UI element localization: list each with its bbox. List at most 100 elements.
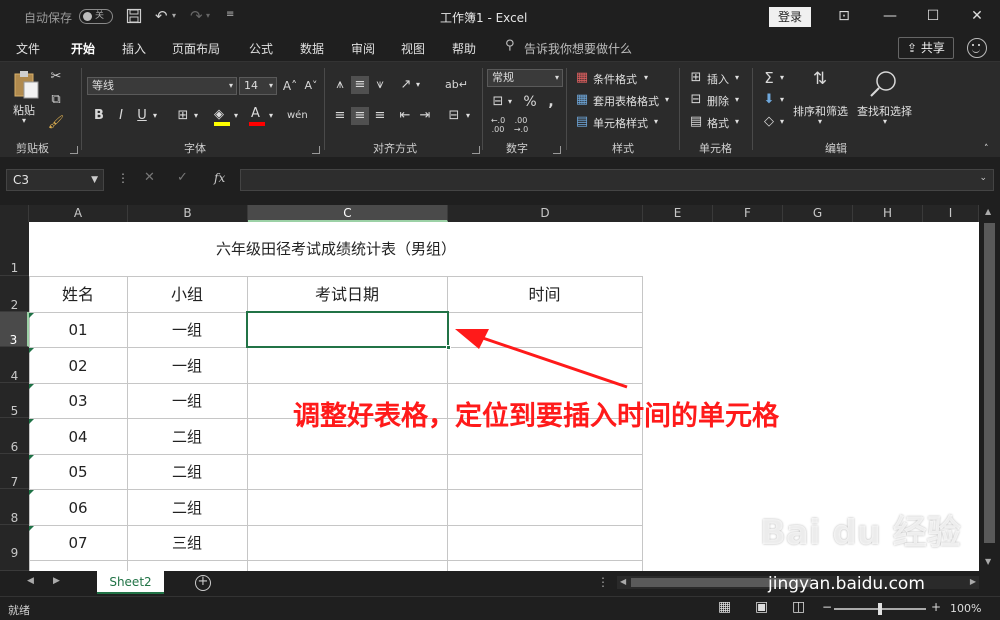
selected-cell-c3[interactable]: [246, 311, 451, 350]
column-header-e[interactable]: E: [643, 205, 713, 222]
cell-name[interactable]: 07: [29, 525, 127, 560]
row-header-5[interactable]: 5: [0, 383, 29, 418]
cell-group[interactable]: 二组: [127, 489, 247, 525]
increase-indent-icon[interactable]: ⇥: [416, 107, 434, 125]
align-middle-icon[interactable]: ≡: [351, 76, 369, 94]
header-group[interactable]: 小组: [127, 276, 247, 312]
header-time[interactable]: 时间: [447, 276, 642, 312]
more-options-icon[interactable]: ⋮: [117, 171, 129, 185]
paste-icon[interactable]: [12, 70, 40, 100]
row-header-7[interactable]: 7: [0, 454, 29, 489]
merge-center-icon[interactable]: ⊟: [445, 107, 463, 125]
header-exam-date[interactable]: 考试日期: [247, 276, 447, 312]
normal-view-icon[interactable]: ▦: [718, 599, 731, 615]
align-left-icon[interactable]: ≡: [331, 107, 349, 125]
undo-dropdown-icon[interactable]: ▾: [172, 11, 176, 20]
clipboard-launcher-icon[interactable]: [70, 146, 78, 154]
scroll-down-icon[interactable]: ▼: [985, 557, 991, 566]
undo-icon[interactable]: ↶: [155, 7, 168, 25]
cell-styles-icon[interactable]: ▤: [573, 113, 591, 131]
cell-name[interactable]: 02: [29, 347, 127, 383]
cell-group[interactable]: 一组: [127, 312, 247, 347]
align-right-icon[interactable]: ≡: [371, 107, 389, 125]
format-cells-button[interactable]: 格式: [707, 115, 729, 131]
cell-name[interactable]: 03: [29, 383, 127, 418]
sort-dropdown-icon[interactable]: ▾: [818, 117, 822, 126]
font-color-dropdown-icon[interactable]: ▾: [269, 111, 273, 120]
cell-group[interactable]: 二组: [127, 454, 247, 489]
zoom-slider-knob[interactable]: [878, 603, 882, 615]
format-painter-icon[interactable]: 🖌: [47, 114, 65, 132]
tab-file[interactable]: 文件: [16, 40, 40, 57]
increase-decimal-icon[interactable]: ←.0.00: [489, 116, 507, 134]
row-header-9[interactable]: 9: [0, 525, 29, 571]
merge-dropdown-icon[interactable]: ▾: [466, 111, 470, 120]
next-sheet-icon[interactable]: ▶: [53, 576, 60, 586]
feedback-smiley-icon[interactable]: [967, 38, 987, 58]
decrease-decimal-icon[interactable]: .00 →.0: [512, 116, 530, 134]
alignment-launcher-icon[interactable]: [472, 146, 480, 154]
row-header-8[interactable]: 8: [0, 489, 29, 525]
italic-button[interactable]: I: [112, 107, 130, 125]
row-header-3[interactable]: 3: [0, 312, 29, 347]
column-header-a[interactable]: A: [29, 205, 128, 222]
sort-filter-icon[interactable]: ⇅: [807, 70, 833, 96]
cell-group[interactable]: 一组: [127, 383, 247, 418]
column-header-i[interactable]: I: [923, 205, 979, 222]
borders-dropdown-icon[interactable]: ▾: [194, 111, 198, 120]
format-as-table-button[interactable]: 套用表格格式: [593, 93, 659, 109]
find-magnifier-icon[interactable]: [868, 69, 900, 99]
find-dropdown-icon[interactable]: ▾: [883, 117, 887, 126]
number-format-select[interactable]: 常规 ▾: [487, 69, 563, 87]
zoom-slider[interactable]: [834, 603, 926, 615]
delete-cells-icon[interactable]: ⊟: [687, 91, 705, 109]
select-all-corner[interactable]: [0, 205, 29, 222]
increase-font-icon[interactable]: A˄: [281, 77, 299, 95]
conditional-dropdown-icon[interactable]: ▾: [644, 73, 648, 82]
vertical-scrollbar[interactable]: ▲ ▼: [979, 205, 1000, 571]
phonetic-icon[interactable]: wén: [287, 107, 308, 125]
share-button[interactable]: ⇪ 共享: [898, 37, 954, 59]
format-dropdown-icon[interactable]: ▾: [735, 117, 739, 126]
tab-home[interactable]: 开始: [71, 40, 96, 63]
delete-cells-button[interactable]: 删除: [707, 93, 729, 109]
tab-view[interactable]: 视图: [401, 40, 425, 57]
conditional-format-button[interactable]: 条件格式: [593, 71, 637, 87]
align-top-icon[interactable]: ⩚: [331, 76, 349, 94]
align-center-icon[interactable]: ≡: [351, 107, 369, 125]
tab-data[interactable]: 数据: [300, 40, 324, 57]
cut-icon[interactable]: ✂: [47, 68, 65, 86]
fill-dropdown-icon[interactable]: ▾: [780, 95, 784, 104]
fill-color-button[interactable]: ◈: [212, 107, 232, 127]
autosum-icon[interactable]: Σ: [760, 69, 778, 87]
minimize-icon[interactable]: —: [875, 6, 905, 26]
sheet-title[interactable]: 六年级田径考试成绩统计表（男组）: [29, 222, 643, 276]
cell-styles-dropdown-icon[interactable]: ▾: [654, 117, 658, 126]
scroll-left-icon[interactable]: ◀: [620, 577, 626, 586]
clear-dropdown-icon[interactable]: ▾: [780, 117, 784, 126]
orientation-dropdown-icon[interactable]: ▾: [416, 80, 420, 89]
customize-qat-icon[interactable]: ≡: [226, 9, 234, 20]
insert-function-icon[interactable]: fx: [214, 171, 225, 185]
insert-dropdown-icon[interactable]: ▾: [735, 73, 739, 82]
tab-page-layout[interactable]: 页面布局: [172, 40, 220, 57]
column-header-g[interactable]: G: [783, 205, 853, 222]
save-icon[interactable]: [126, 8, 142, 24]
autosave-toggle[interactable]: 关: [79, 9, 113, 24]
bold-button[interactable]: B: [90, 107, 108, 125]
tab-splitter-icon[interactable]: ⋮: [597, 575, 609, 589]
fill-dropdown-icon[interactable]: ▾: [234, 111, 238, 120]
column-header-f[interactable]: F: [713, 205, 783, 222]
paste-dropdown-icon[interactable]: ▾: [22, 116, 26, 125]
column-header-d[interactable]: D: [448, 205, 643, 222]
autosum-dropdown-icon[interactable]: ▾: [780, 73, 784, 82]
format-as-table-icon[interactable]: ▦: [573, 91, 591, 109]
tell-me-box[interactable]: 告诉我你想要做什么: [524, 40, 632, 57]
page-break-view-icon[interactable]: ◫: [792, 599, 805, 615]
row-header-6[interactable]: 6: [0, 418, 29, 454]
font-size-select[interactable]: 14 ▾: [239, 77, 277, 95]
borders-icon[interactable]: ⊞: [174, 107, 192, 125]
insert-cells-icon[interactable]: ⊞: [687, 69, 705, 87]
underline-button[interactable]: U: [133, 107, 151, 125]
cell-name[interactable]: 01: [29, 312, 127, 347]
